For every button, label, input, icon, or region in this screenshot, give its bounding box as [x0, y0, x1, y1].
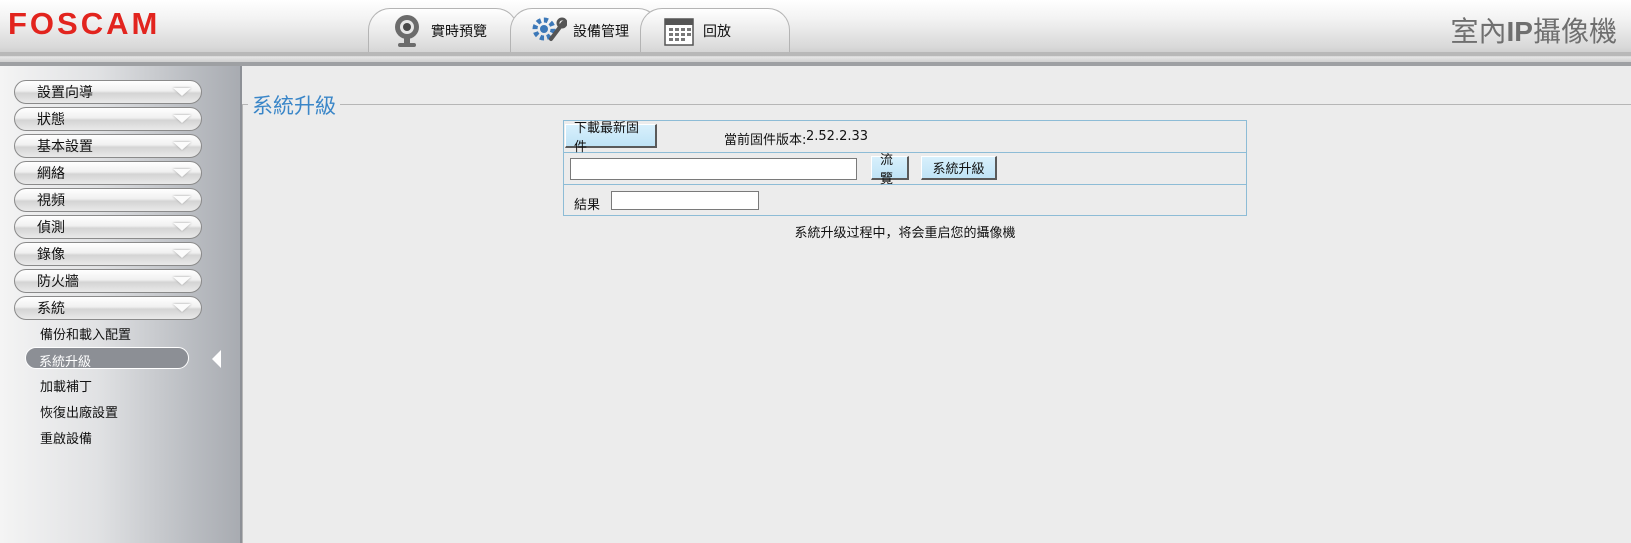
calendar-icon — [661, 13, 697, 49]
chevron-down-icon — [173, 142, 191, 150]
header-divider — [0, 52, 1631, 56]
product-title: 室內IP攝像機 — [1451, 10, 1618, 50]
system-upgrade-button[interactable]: 系統升級 — [921, 156, 997, 180]
chevron-down-icon — [173, 250, 191, 258]
file-row: 流覽 系統升級 — [564, 153, 1246, 187]
sidebar-item-label: 狀態 — [37, 112, 65, 128]
sidebar-item-label: 設置向導 — [37, 85, 93, 101]
logo-text: FOSCAM — [8, 6, 161, 41]
sidebar-item-label: 錄像 — [37, 247, 65, 263]
firmware-version-label: 當前固件版本: — [724, 133, 807, 148]
tab-live-view[interactable]: 實時預覽 — [368, 8, 518, 52]
active-pointer-icon — [212, 350, 221, 368]
sidebar-item-status[interactable]: 狀態 — [14, 107, 202, 131]
firmware-version-value: 2.52.2.33 — [806, 129, 869, 144]
upgrade-notice: 系統升级过程中，将会重启您的攝像機 — [794, 226, 1016, 241]
product-title-post: 攝像機 — [1532, 15, 1617, 48]
result-field — [611, 191, 759, 210]
submenu-item-patch-load[interactable]: 加載補丁 — [40, 376, 92, 395]
firmware-file-input[interactable] — [570, 158, 857, 180]
sidebar-item-label: 系統 — [37, 301, 65, 317]
webcam-icon — [389, 13, 425, 49]
submenu-item-backup-restore[interactable]: 備份和載入配置 — [40, 324, 131, 343]
tab-device-management-label: 設備管理 — [573, 23, 629, 40]
chevron-down-icon — [173, 223, 191, 231]
tab-playback-label: 回放 — [703, 23, 731, 40]
submenu-item-factory-reset[interactable]: 恢復出廠設置 — [40, 402, 118, 421]
sidebar-item-firewall[interactable]: 防火牆 — [14, 269, 202, 293]
foscam-logo: FOSCAM — [8, 6, 160, 42]
firmware-row: 下載最新固件 當前固件版本: 2.52.2.33 — [564, 121, 1246, 155]
sidebar-item-network[interactable]: 網絡 — [14, 161, 202, 185]
fieldset-border — [242, 104, 1631, 105]
result-row: 結果 — [564, 185, 1246, 217]
sidebar-item-label: 基本設置 — [37, 139, 93, 155]
submenu-item-label: 系統升級 — [39, 355, 92, 370]
sidebar-item-label: 視頻 — [37, 193, 65, 209]
browse-button[interactable]: 流覽 — [871, 153, 909, 187]
sidebar-item-setup-wizard[interactable]: 設置向導 — [14, 80, 202, 104]
chevron-down-icon — [173, 277, 191, 285]
tab-device-management[interactable]: 設備管理 — [510, 8, 660, 52]
sidebar-item-detection[interactable]: 偵測 — [14, 215, 202, 239]
chevron-down-icon — [173, 115, 191, 123]
sidebar-item-basic-settings[interactable]: 基本設置 — [14, 134, 202, 158]
submenu-item-system-upgrade[interactable]: 系統升級 — [25, 347, 189, 370]
download-firmware-button[interactable]: 下載最新固件 — [565, 121, 657, 155]
page-title: 系統升級 — [248, 90, 340, 120]
chevron-down-icon — [173, 169, 191, 177]
chevron-down-icon — [173, 88, 191, 96]
gears-icon — [531, 13, 567, 49]
chevron-down-icon — [173, 196, 191, 204]
upgrade-panel: 下載最新固件 當前固件版本: 2.52.2.33 流覽 系統升級 結果 — [563, 120, 1247, 216]
fieldset-border-left — [242, 104, 243, 543]
sidebar-item-label: 網絡 — [37, 166, 65, 182]
header-divider-lower — [0, 62, 1631, 66]
product-title-ip: IP — [1506, 16, 1533, 47]
submenu-item-reboot[interactable]: 重啟設備 — [40, 428, 92, 447]
sidebar-item-recording[interactable]: 錄像 — [14, 242, 202, 266]
sidebar-item-system[interactable]: 系統 — [14, 296, 202, 320]
result-label: 結果 — [574, 198, 601, 213]
tab-live-view-label: 實時預覽 — [431, 23, 487, 40]
tab-playback[interactable]: 回放 — [640, 8, 790, 52]
sidebar-item-label: 偵測 — [37, 220, 65, 236]
product-title-pre: 室內 — [1450, 15, 1507, 48]
sidebar-item-label: 防火牆 — [37, 274, 79, 290]
header-bar — [0, 0, 1631, 66]
chevron-down-icon — [173, 304, 191, 312]
sidebar-item-video[interactable]: 視頻 — [14, 188, 202, 212]
